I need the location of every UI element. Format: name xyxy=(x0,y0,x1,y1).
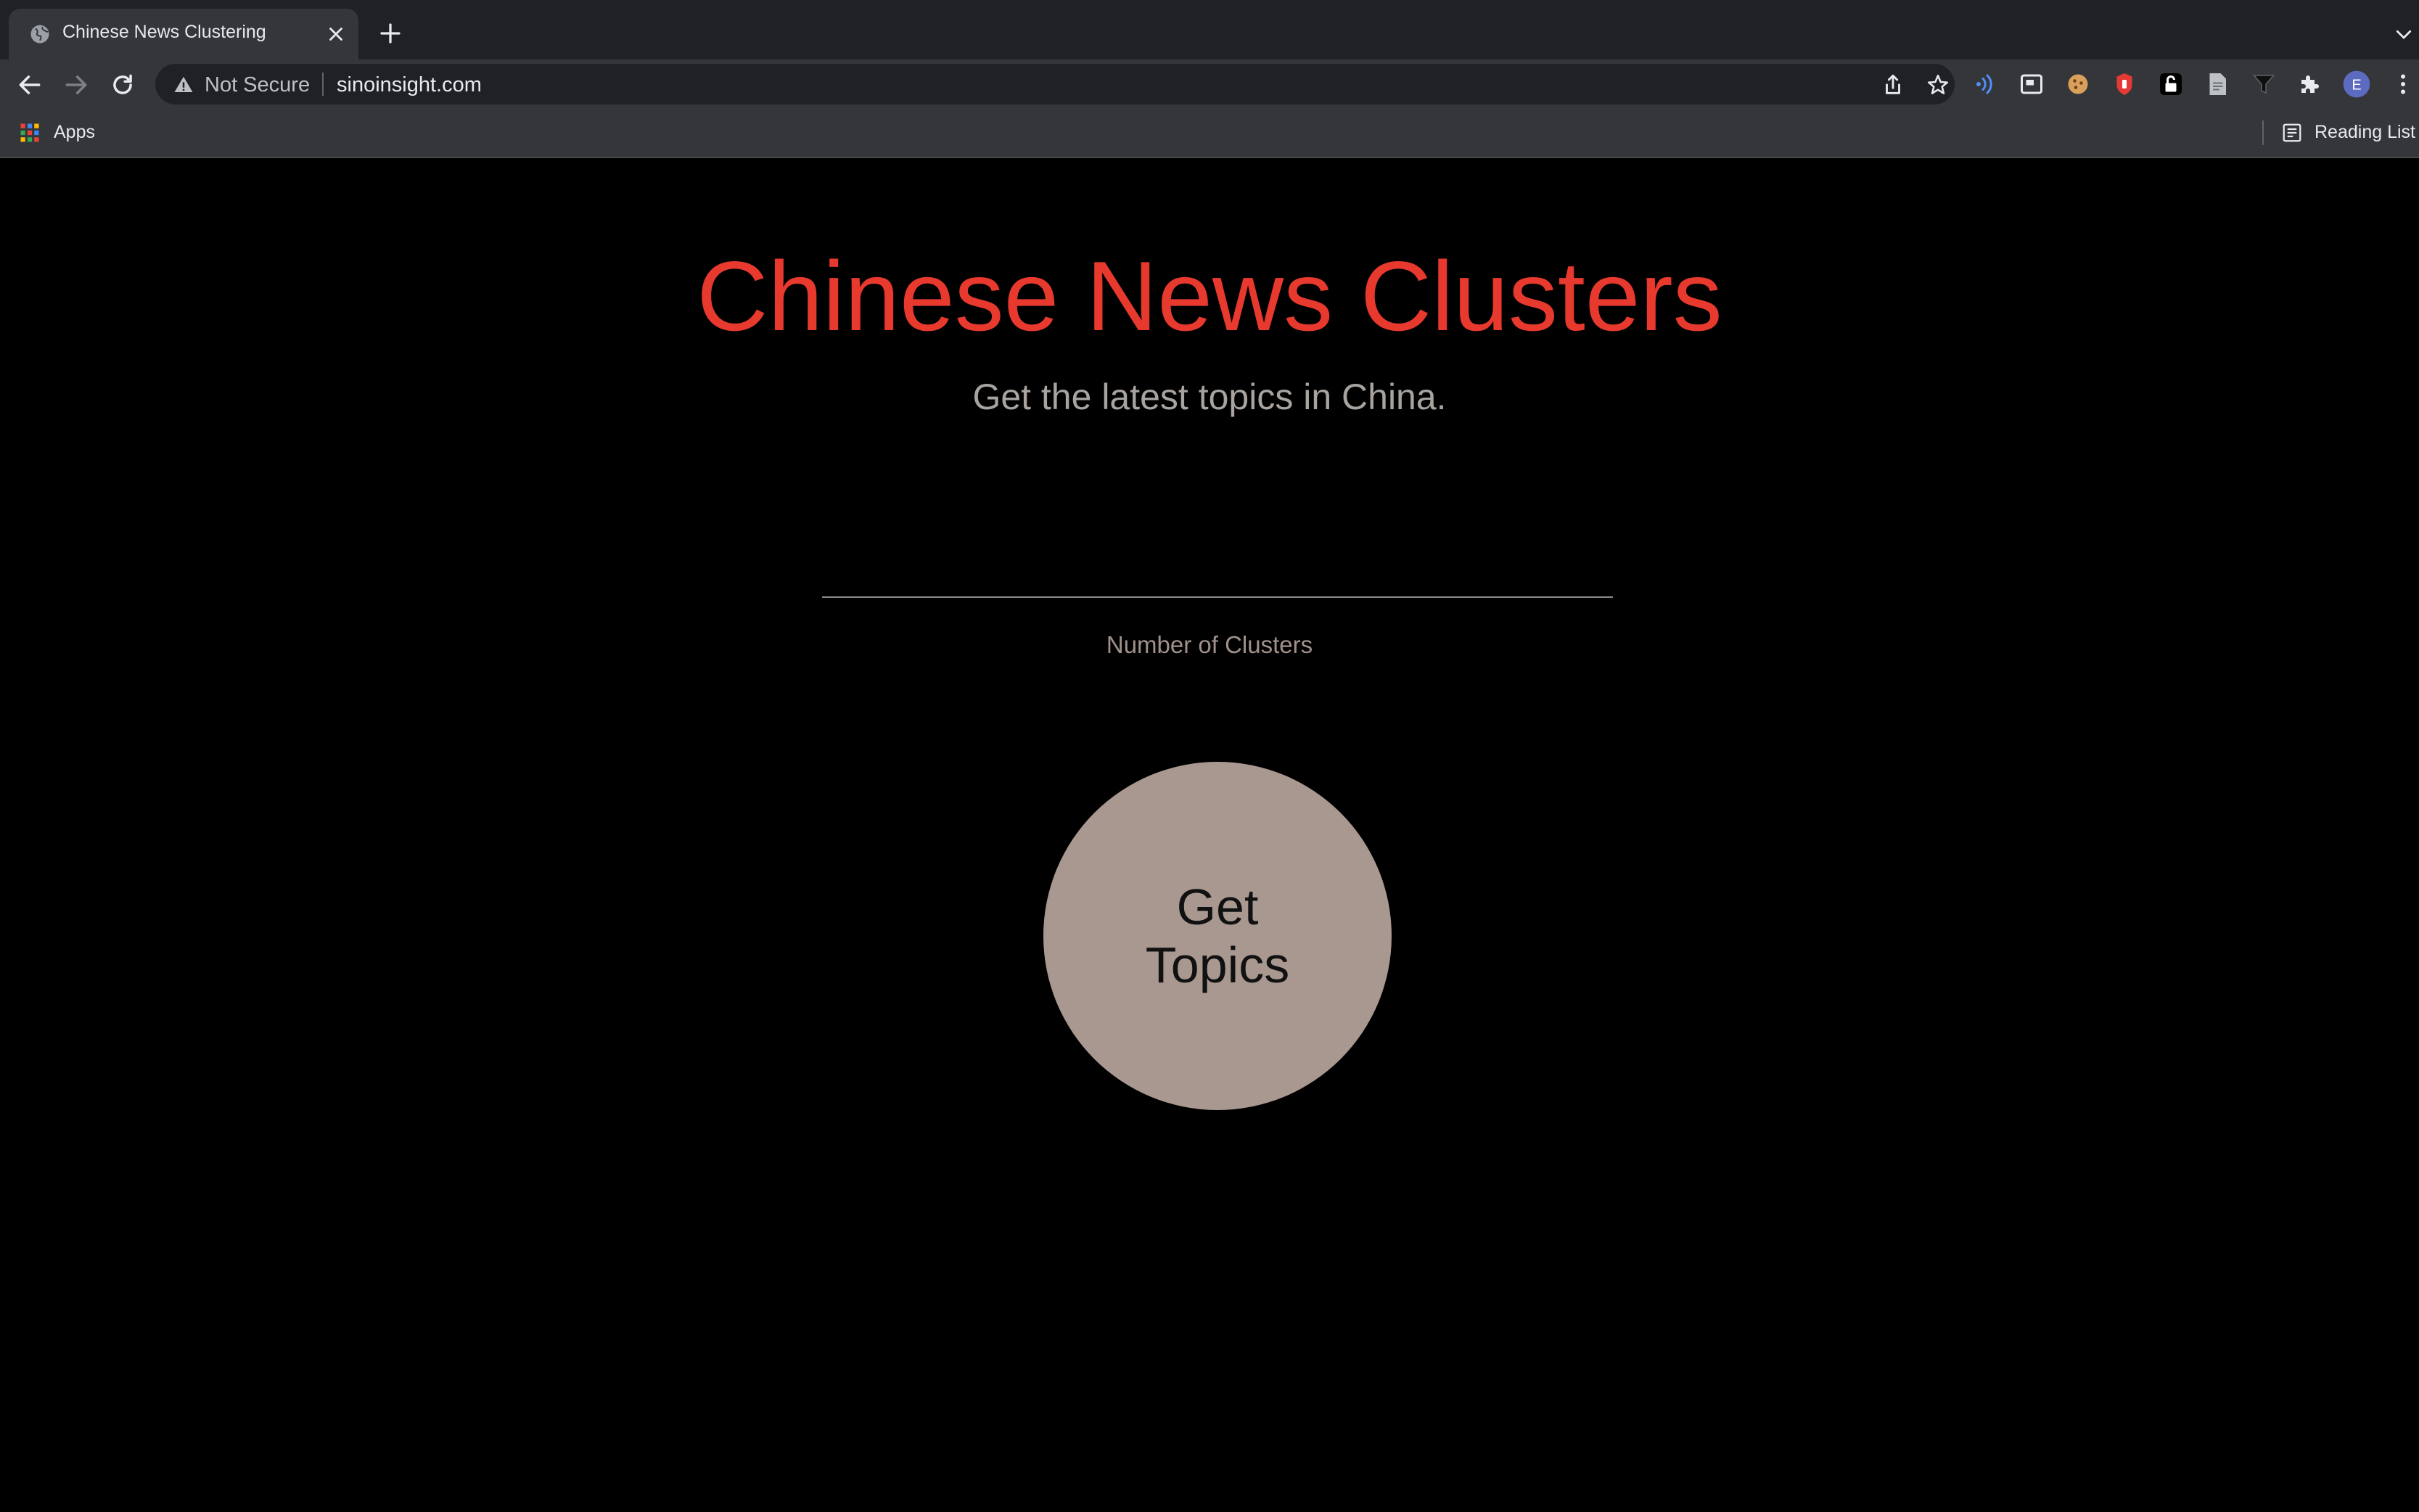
filter-extension-icon[interactable] xyxy=(2251,71,2277,97)
profile-avatar-icon[interactable]: E xyxy=(2342,70,2371,99)
new-tab-icon[interactable] xyxy=(377,20,403,46)
puzzle-extensions-icon[interactable] xyxy=(2297,71,2323,97)
forward-arrow-icon[interactable] xyxy=(62,71,90,99)
number-of-clusters-label: Number of Clusters xyxy=(1106,631,1313,658)
star-icon[interactable] xyxy=(1926,73,1950,97)
get-topics-label: Get Topics xyxy=(1145,879,1290,993)
number-of-clusters-input[interactable] xyxy=(822,596,1613,598)
browser-tab[interactable]: Chinese News Clustering xyxy=(9,9,358,59)
stop-hand-extension-icon[interactable] xyxy=(2111,71,2137,97)
document-extension-icon[interactable] xyxy=(2204,71,2230,97)
bookmarks-separator xyxy=(2262,120,2264,145)
close-icon[interactable] xyxy=(325,23,347,45)
kebab-menu-icon[interactable] xyxy=(2390,71,2416,97)
page-title: Chinese News Clusters xyxy=(697,241,1722,351)
security-label[interactable]: Not Secure xyxy=(205,73,310,97)
back-arrow-icon[interactable] xyxy=(16,71,44,99)
tab-strip: Chinese News Clustering xyxy=(0,0,2419,59)
warning-icon[interactable] xyxy=(173,74,194,96)
share-icon[interactable] xyxy=(1881,73,1905,97)
tab-title: Chinese News Clustering xyxy=(62,22,266,42)
reload-icon[interactable] xyxy=(109,71,136,99)
cookie-extension-icon[interactable] xyxy=(2065,71,2091,97)
chevron-down-icon[interactable] xyxy=(2393,23,2415,45)
profile-initial: E xyxy=(2352,78,2361,94)
url-text[interactable]: sinoinsight.com xyxy=(337,73,482,97)
get-topics-button[interactable]: Get Topics xyxy=(1043,762,1392,1110)
apps-grid-icon[interactable] xyxy=(19,122,41,144)
reading-list-button[interactable]: Reading List xyxy=(2315,122,2415,143)
page-subtitle: Get the latest topics in China. xyxy=(972,377,1447,417)
browser-toolbar: Not Secure sinoinsight.com E xyxy=(0,59,2419,109)
page-content: Chinese News Clusters Get the latest top… xyxy=(0,158,2419,1512)
bookmarks-bar: Apps Reading List xyxy=(0,109,2419,158)
apps-bookmark[interactable]: Apps xyxy=(54,122,95,143)
reading-list-icon[interactable] xyxy=(2281,122,2303,144)
picture-in-picture-extension-icon[interactable] xyxy=(2018,71,2045,97)
lock-extension-icon[interactable] xyxy=(2158,71,2184,97)
address-separator xyxy=(322,73,324,96)
address-bar[interactable]: Not Secure sinoinsight.com xyxy=(155,64,1955,104)
sound-waves-extension-icon[interactable] xyxy=(1972,71,1998,97)
globe-icon xyxy=(30,25,49,44)
